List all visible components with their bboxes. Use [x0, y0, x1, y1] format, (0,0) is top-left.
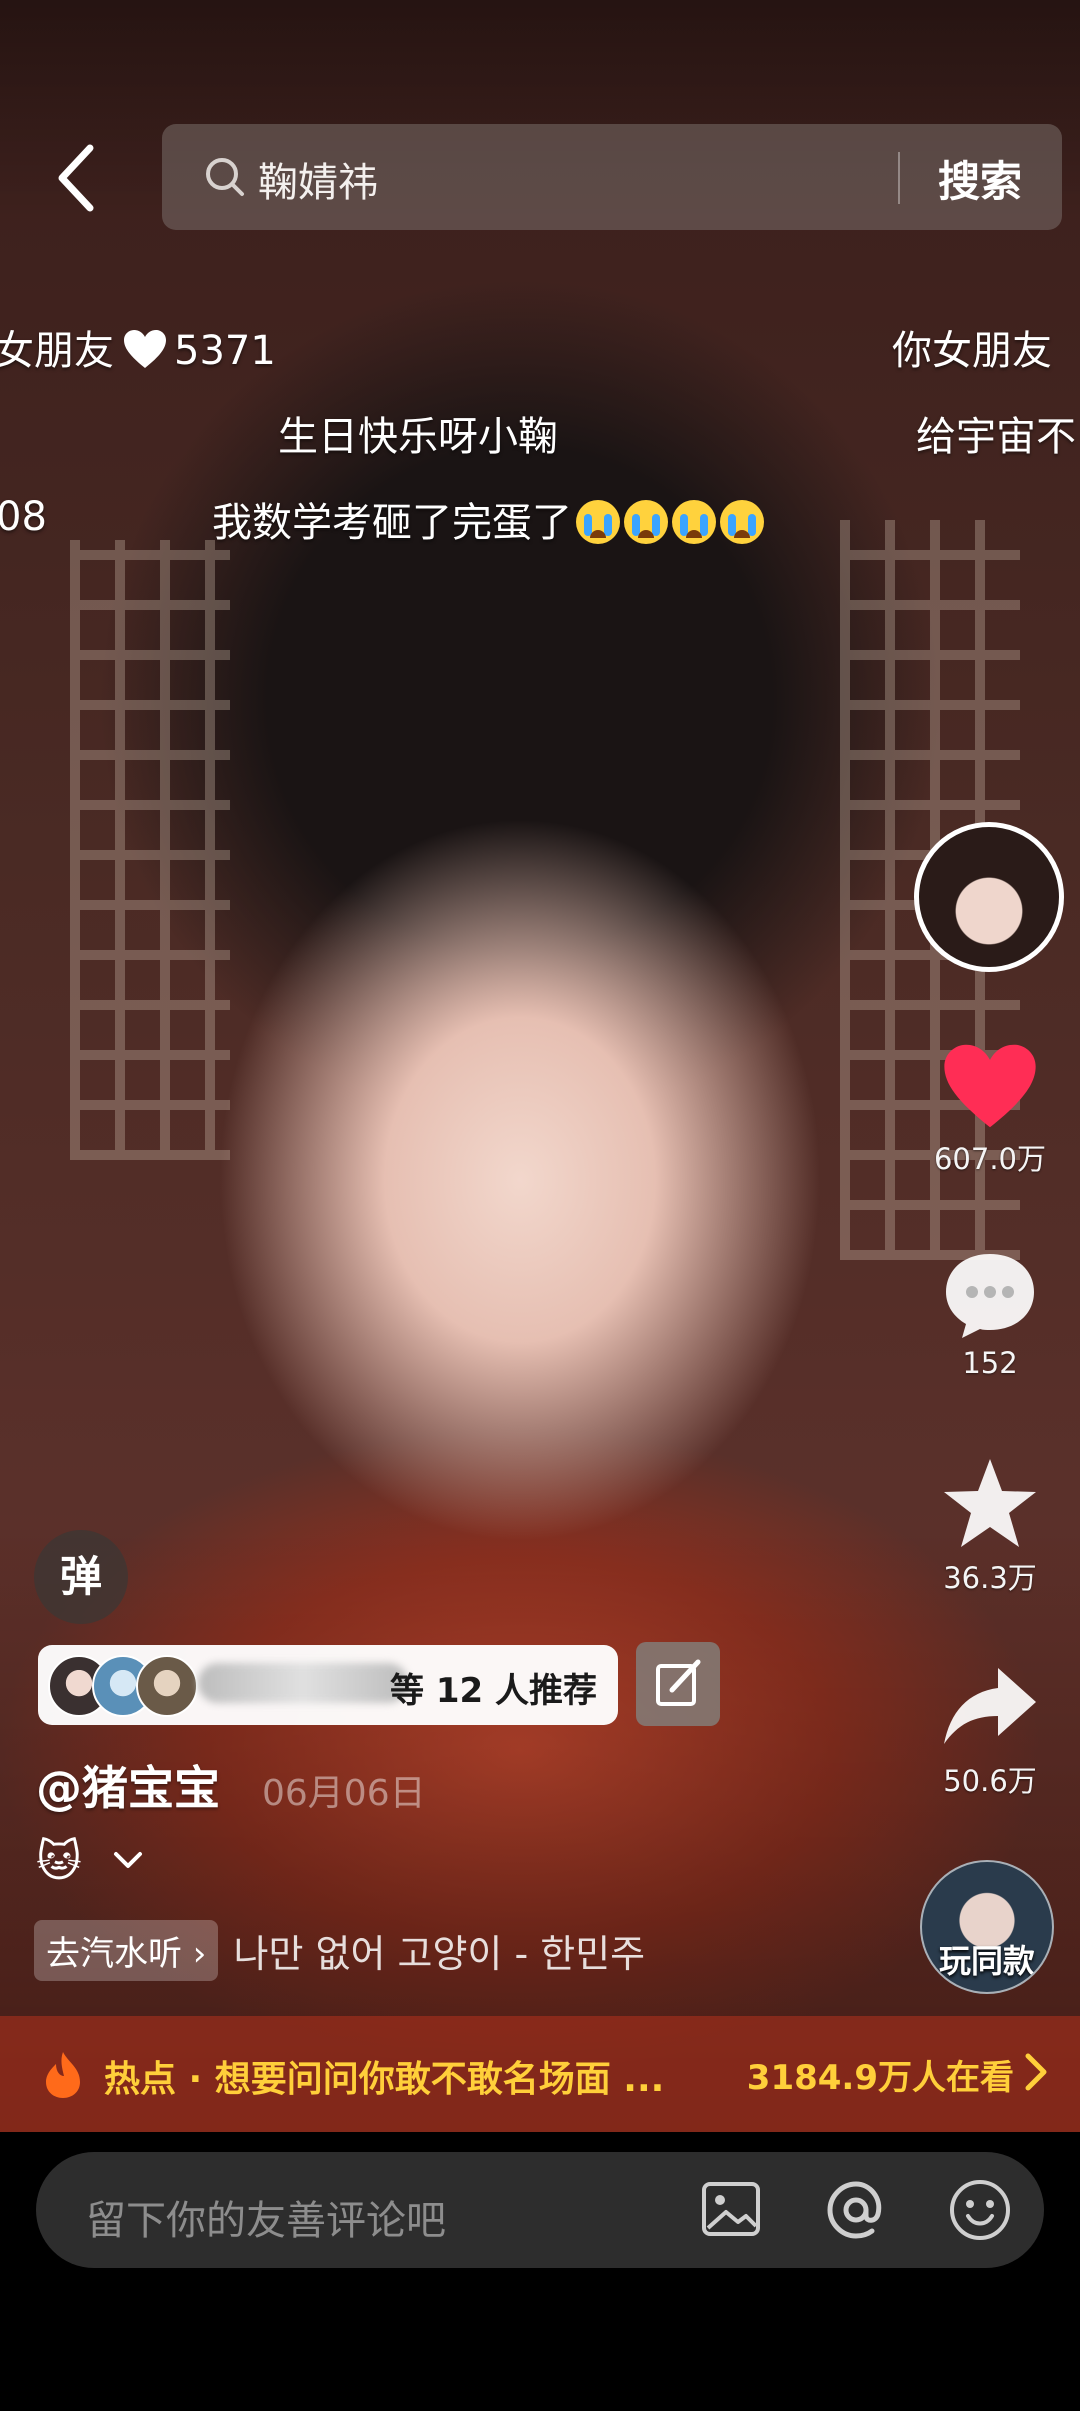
search-button[interactable]: 搜索	[938, 148, 1022, 209]
edit-pencil-icon	[656, 1659, 701, 1706]
chevron-left-icon	[58, 144, 94, 212]
search-icon	[206, 158, 244, 196]
danmaku-item: 女朋友 5371	[0, 318, 276, 376]
caption-emoji: 🐱	[36, 1836, 82, 1887]
fire-icon	[46, 2052, 80, 2098]
play-same-label: 玩同款	[938, 1942, 1035, 1980]
comment-placeholder[interactable]: 留下你的友善评论吧	[86, 2188, 446, 2246]
like-button[interactable]: 607.0万	[920, 1040, 1060, 1178]
danmaku-item: 生日快乐呀小鞠	[278, 414, 558, 460]
danmaku-like-count: 5371	[174, 328, 276, 374]
star-icon	[944, 1459, 1036, 1547]
comment-button[interactable]: 152	[920, 1250, 1060, 1380]
back-button[interactable]	[48, 140, 108, 216]
crying-emoji-icon	[720, 500, 764, 544]
search-bar[interactable]: 鞠婧祎 搜索	[162, 124, 1062, 230]
music-row[interactable]: 去汽水听 › 나만 없어 고양이 - 한민주	[34, 1920, 646, 1981]
recommend-text: 等 12 人推荐	[390, 1671, 597, 1711]
recommend-bar[interactable]: 等 12 人推荐	[38, 1645, 618, 1725]
share-count: 50.6万	[943, 1764, 1037, 1798]
post-date: 06月06日	[262, 1773, 426, 1814]
author-name[interactable]: @猪宝宝	[36, 1752, 220, 1818]
window-lattice-decoration	[70, 540, 230, 1160]
danmaku-item: 给宇宙不	[916, 414, 1076, 460]
share-button[interactable]: 50.6万	[920, 1662, 1060, 1800]
crying-emoji-icon	[672, 500, 716, 544]
song-title: 나만 없어 고양이 - 한민주	[233, 1932, 646, 1976]
blurred-username	[198, 1663, 408, 1703]
music-tag-label: 去汽水听	[46, 1934, 182, 1974]
hot-topic-text: 热点 · 想要问问你敢不敢名场面 ...	[104, 2059, 665, 2100]
comment-bubble-icon	[946, 1254, 1034, 1338]
danmaku-item: 08	[0, 494, 47, 540]
comment-input-bar[interactable]: 留下你的友善评论吧	[36, 2152, 1044, 2268]
heart-icon	[124, 330, 166, 368]
search-query[interactable]: 鞠婧祎	[258, 150, 378, 208]
like-count: 607.0万	[933, 1142, 1047, 1176]
avatar	[136, 1655, 198, 1717]
chevron-right-icon	[1025, 2053, 1047, 2091]
emoji-smile-icon[interactable]	[946, 2176, 1014, 2244]
crying-emoji-icon	[576, 500, 620, 544]
hot-topic-bar[interactable]: 热点 · 想要问问你敢不敢名场面 ... 3184.9万人在看	[0, 2016, 1080, 2132]
image-icon[interactable]	[698, 2176, 766, 2244]
danmaku-text: 女朋友	[0, 328, 114, 374]
at-mention-icon[interactable]	[822, 2176, 890, 2244]
watching-count: 3184.9万人在看	[746, 2058, 1014, 2098]
danmaku-text: 我数学考砸了完蛋了	[212, 500, 572, 546]
chevron-down-icon[interactable]	[110, 1848, 146, 1872]
crying-emoji-icon	[624, 500, 668, 544]
favorite-button[interactable]: 36.3万	[920, 1455, 1060, 1597]
danmaku-item: 你女朋友	[892, 328, 1052, 374]
heart-icon	[944, 1044, 1036, 1128]
music-tag[interactable]: 去汽水听 ›	[34, 1920, 219, 1981]
play-same-button[interactable]: 玩同款	[920, 1860, 1054, 1994]
author-avatar[interactable]	[914, 822, 1064, 972]
edit-button[interactable]	[636, 1642, 720, 1726]
danmaku-toggle-button[interactable]: 弹	[34, 1530, 128, 1624]
divider	[898, 152, 900, 204]
share-arrow-icon	[944, 1668, 1036, 1744]
danmaku-item: 我数学考砸了完蛋了	[212, 490, 764, 548]
favorite-count: 36.3万	[943, 1561, 1037, 1595]
comment-count: 152	[962, 1346, 1018, 1380]
